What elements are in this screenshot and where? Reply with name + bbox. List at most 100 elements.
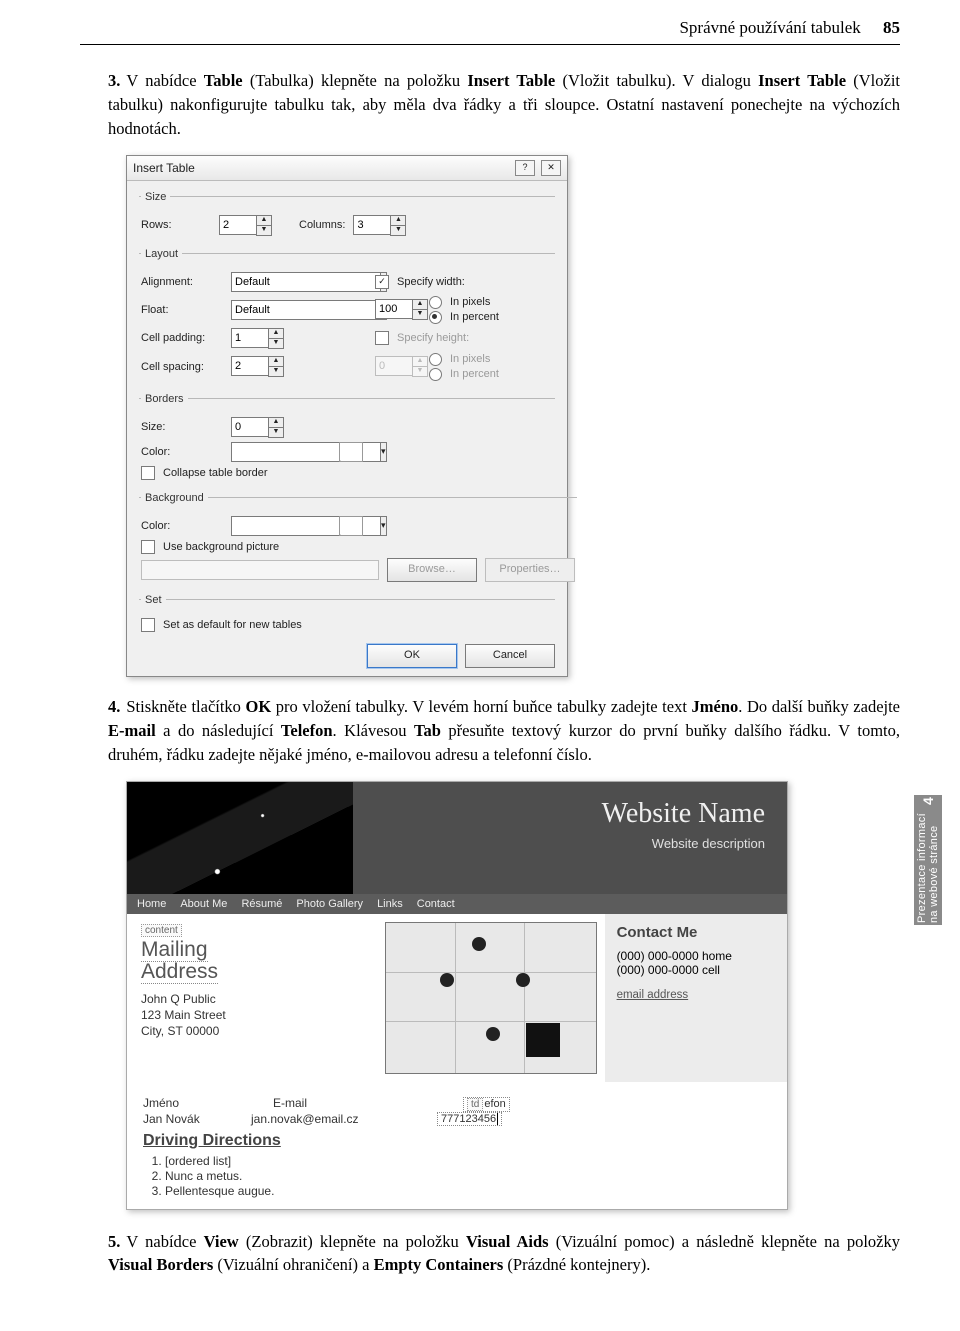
- columns-label: Columns:: [299, 219, 345, 231]
- width-pixels-radio[interactable]: [429, 296, 442, 309]
- step-3: 3.V nabídce Table (Tabulka) klepněte na …: [108, 69, 900, 141]
- alignment-combo[interactable]: ▾: [231, 272, 351, 292]
- square-icon: [526, 1023, 560, 1057]
- driving-directions-heading: Driving Directions: [143, 1132, 773, 1150]
- cell-padding-spinner[interactable]: ▲▼: [231, 328, 277, 349]
- mailing-heading: Mailing Address: [141, 939, 364, 983]
- cell-padding-label: Cell padding:: [141, 332, 223, 344]
- width-spinner[interactable]: ▲▼: [375, 299, 421, 320]
- dot-icon: [486, 1027, 500, 1041]
- table-cell-editing[interactable]: 777123456: [437, 1112, 502, 1126]
- site-description: Website description: [353, 836, 765, 851]
- rows-spinner[interactable]: ▲▼: [219, 215, 265, 236]
- spin-down-icon[interactable]: ▼: [390, 225, 406, 236]
- spin-down-icon[interactable]: ▼: [256, 225, 272, 236]
- specify-height-label: Specify height:: [397, 332, 469, 344]
- border-size-label: Size:: [141, 421, 223, 433]
- cell-spacing-spinner[interactable]: ▲▼: [231, 356, 277, 377]
- height-percent-radio: [429, 368, 442, 381]
- insert-table-dialog: Insert Table ? ✕ Size Rows: ▲▼: [126, 155, 568, 677]
- specify-height-checkbox[interactable]: [375, 331, 389, 345]
- site-name: Website Name: [353, 798, 765, 830]
- spin-up-icon[interactable]: ▲: [390, 215, 406, 225]
- properties-button: Properties…: [485, 558, 575, 582]
- inserted-table: Jméno E-mail tdefon Jan Novák jan.novak@…: [129, 1096, 787, 1126]
- site-nav: Home About Me Résumé Photo Gallery Links…: [127, 894, 787, 914]
- cancel-button[interactable]: Cancel: [465, 644, 555, 668]
- table-cell[interactable]: jan.novak@email.cz: [251, 1112, 419, 1126]
- figure-web-editor: Website Name Website description Home Ab…: [126, 781, 900, 1210]
- chevron-down-icon[interactable]: ▾: [380, 516, 387, 536]
- column-left: content Mailing Address John Q Public 12…: [127, 914, 377, 1082]
- border-color-swatch[interactable]: [339, 442, 363, 462]
- columns-input[interactable]: [353, 215, 390, 235]
- border-size-spinner[interactable]: ▲▼: [231, 417, 277, 438]
- table-cell[interactable]: Jan Novák: [143, 1112, 233, 1126]
- table-header: Jméno: [143, 1096, 233, 1112]
- list-item: Nunc a metus.: [165, 1169, 773, 1183]
- figure-insert-table-dialog: Insert Table ? ✕ Size Rows: ▲▼: [126, 155, 900, 677]
- height-pixels-radio: [429, 353, 442, 366]
- dot-icon: [516, 973, 530, 987]
- group-borders: Borders Size: ▲▼ Color: ▾: [139, 393, 555, 486]
- specify-width-label: Specify width:: [397, 276, 465, 288]
- spin-up-icon[interactable]: ▲: [256, 215, 272, 225]
- set-default-checkbox[interactable]: [141, 618, 155, 632]
- banner-photo: [127, 782, 353, 894]
- table-header: E-mail: [273, 1096, 423, 1112]
- site-banner: Website Name Website description: [127, 782, 787, 894]
- nav-item[interactable]: About Me: [180, 898, 227, 910]
- chapter-tab: Prezentace informací na webové stránce 4: [914, 795, 942, 925]
- alignment-label: Alignment:: [141, 276, 223, 288]
- columns-spinner[interactable]: ▲▼: [353, 215, 399, 236]
- step-5: 5.V nabídce View (Zobrazit) klepněte na …: [108, 1230, 900, 1278]
- region-tag: content: [141, 924, 182, 937]
- dot-icon: [472, 937, 486, 951]
- specify-width-checkbox[interactable]: [375, 275, 389, 289]
- collapse-border-checkbox[interactable]: [141, 466, 155, 480]
- directions-list: [ordered list] Nunc a metus. Pellentesqu…: [145, 1154, 773, 1198]
- browse-button[interactable]: Browse…: [387, 558, 477, 582]
- contact-heading: Contact Me: [617, 924, 775, 941]
- dot-icon: [440, 973, 454, 987]
- image-placeholder: [385, 922, 597, 1074]
- email-link[interactable]: email address: [617, 989, 689, 1001]
- cell-spacing-label: Cell spacing:: [141, 361, 223, 373]
- border-color-combo[interactable]: ▾: [231, 442, 331, 462]
- section-title: Správné používání tabulek: [679, 18, 860, 37]
- bg-picture-path: [141, 560, 379, 580]
- bg-color-label: Color:: [141, 520, 223, 532]
- ok-button[interactable]: OK: [367, 644, 457, 668]
- float-label: Float:: [141, 304, 223, 316]
- nav-item[interactable]: Home: [137, 898, 166, 910]
- step-4: 4.Stiskněte tlačítko OK pro vložení tabu…: [108, 695, 900, 767]
- nav-item[interactable]: Résumé: [241, 898, 282, 910]
- running-head: Správné používání tabulek 85: [80, 18, 900, 45]
- page-number: 85: [883, 18, 900, 37]
- web-editor-window: Website Name Website description Home Ab…: [126, 781, 788, 1210]
- bg-color-swatch[interactable]: [339, 516, 363, 536]
- text-caret-icon: [497, 1113, 498, 1125]
- close-button[interactable]: ✕: [541, 160, 561, 176]
- bg-color-combo[interactable]: ▾: [231, 516, 331, 536]
- dialog-titlebar: Insert Table ? ✕: [127, 156, 567, 181]
- rows-input[interactable]: [219, 215, 256, 235]
- nav-item[interactable]: Contact: [417, 898, 455, 910]
- column-right: Contact Me (000) 000-0000 home (000) 000…: [605, 914, 787, 1082]
- help-button[interactable]: ?: [515, 160, 535, 176]
- use-bg-picture-checkbox[interactable]: [141, 540, 155, 554]
- chevron-down-icon[interactable]: ▾: [380, 442, 387, 462]
- list-item: Pellentesque augue.: [165, 1184, 773, 1198]
- step-number: 3.: [108, 71, 120, 90]
- nav-item[interactable]: Links: [377, 898, 403, 910]
- list-item: [ordered list]: [165, 1154, 773, 1168]
- float-combo[interactable]: ▾: [231, 300, 351, 320]
- column-middle: [377, 914, 605, 1082]
- height-spinner: ▲▼: [375, 356, 421, 377]
- table-header-editing: tdefon: [463, 1096, 510, 1112]
- width-percent-radio[interactable]: [429, 311, 442, 324]
- border-color-label: Color:: [141, 446, 223, 458]
- nav-item[interactable]: Photo Gallery: [296, 898, 363, 910]
- dialog-title: Insert Table: [133, 161, 195, 175]
- group-layout: Layout Alignment: ▾ Specify width: Float…: [139, 248, 555, 387]
